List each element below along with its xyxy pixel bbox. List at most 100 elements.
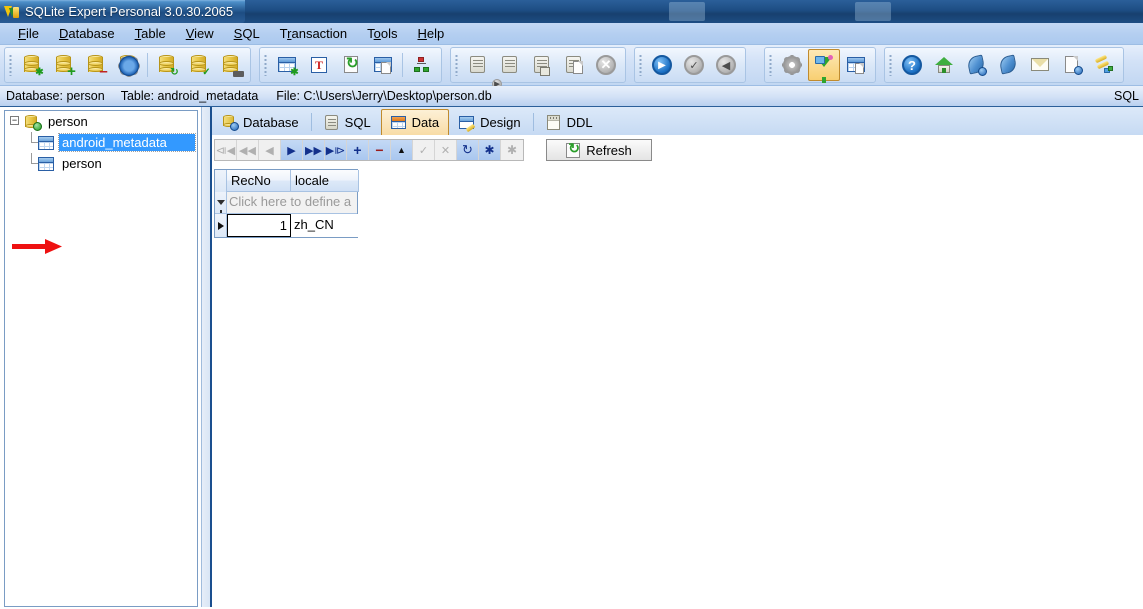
current-row-arrow-icon (217, 221, 224, 230)
tab-separator (310, 113, 312, 131)
commit-transaction-button[interactable]: ✓ (678, 49, 710, 81)
refresh-table-button[interactable] (335, 49, 367, 81)
database-properties-button[interactable] (112, 49, 144, 81)
feather-button[interactable] (992, 49, 1024, 81)
tree-node-label: person (48, 114, 88, 129)
refresh-button[interactable]: Refresh (546, 139, 652, 161)
panel-splitter[interactable] (202, 107, 210, 609)
status-info-bar: Database: person Table: android_metadata… (0, 86, 1143, 107)
table-row[interactable]: 1 zh_CN (215, 214, 359, 237)
tab-label: Design (480, 114, 521, 130)
first-record-button[interactable]: ⧏◀ (215, 140, 237, 160)
tree-node-android-metadata[interactable]: android_metadata (5, 132, 197, 153)
tab-separator (532, 113, 534, 131)
menu-transaction[interactable]: Transaction (270, 24, 357, 43)
refresh-record-button[interactable]: ↻ (457, 140, 479, 160)
apply-filter-button[interactable]: ✱ (501, 140, 523, 160)
feather-help-button[interactable] (960, 49, 992, 81)
compact-database-icon (219, 53, 244, 77)
column-header-locale[interactable]: locale (291, 170, 359, 192)
relations-button[interactable] (406, 49, 438, 81)
duplicate-table-button[interactable] (367, 49, 399, 81)
help-button[interactable]: ? (896, 49, 928, 81)
filter-toggle-button[interactable] (808, 49, 840, 83)
new-table-button[interactable]: ✱ (271, 49, 303, 81)
tree-node-person-db[interactable]: − person (5, 111, 197, 132)
title-bar-left: SQLite Expert Personal 3.0.30.2065 (0, 0, 246, 23)
edit-record-button[interactable]: ▲ (391, 140, 413, 160)
toolbar-grip-handle[interactable] (263, 54, 269, 76)
next-page-button[interactable]: ▶▶ (303, 140, 325, 160)
about-button[interactable] (1056, 49, 1088, 81)
cancel-edit-button[interactable]: ✕ (435, 140, 457, 160)
menu-help[interactable]: Help (408, 24, 455, 43)
rollback-transaction-button[interactable]: ◀ (710, 49, 742, 81)
filter-indicator-cell (215, 192, 227, 213)
begin-transaction-button[interactable]: ▶ (646, 49, 678, 81)
menu-table[interactable]: Table (125, 24, 176, 43)
verify-database-button[interactable]: ✓ (183, 49, 215, 81)
new-database-button[interactable]: ✱ (16, 49, 48, 81)
table-node-icon (38, 135, 54, 150)
toolbar-grip-handle[interactable] (638, 54, 644, 76)
toolbar-grip-handle[interactable] (768, 54, 774, 76)
execute-sql-step-button[interactable] (494, 49, 526, 81)
column-header-recno[interactable]: RecNo (227, 170, 291, 192)
window-title: SQLite Expert Personal 3.0.30.2065 (25, 4, 234, 19)
menu-tools[interactable]: Tools (357, 24, 407, 43)
tab-database[interactable]: Database (212, 109, 309, 135)
home-page-button[interactable] (928, 49, 960, 81)
grid-layout-button[interactable] (840, 49, 872, 81)
remove-database-button[interactable]: – (80, 49, 112, 81)
clear-filter-button[interactable]: ✱ (479, 140, 501, 160)
toolbar-grip-handle[interactable] (454, 54, 460, 76)
current-row-indicator (215, 214, 227, 237)
database-tree[interactable]: − person android_metadata person (4, 110, 198, 607)
filter-definition-text[interactable]: Click here to define a (227, 192, 357, 213)
next-record-button[interactable]: ▶ (281, 140, 303, 160)
grid-filter-row[interactable]: Click here to define a (215, 192, 357, 214)
refresh-database-button[interactable]: ↻ (151, 49, 183, 81)
info-table-label: Table: android_metadata (120, 89, 259, 103)
toolbar-group-view (764, 47, 876, 83)
cell-locale[interactable]: zh_CN (291, 214, 359, 237)
tab-sql[interactable]: SQL (314, 109, 381, 135)
menu-sql[interactable]: SQL (224, 24, 270, 43)
save-sql-button[interactable] (526, 49, 558, 81)
execute-sql-button[interactable]: ▶ (462, 49, 502, 89)
tree-expander-icon[interactable]: − (10, 116, 19, 125)
toolbar-grip-handle[interactable] (8, 54, 14, 76)
cell-recno[interactable]: 1 (227, 214, 291, 237)
toolbar-grip-handle[interactable] (888, 54, 894, 76)
stop-sql-button[interactable]: ✕ (590, 49, 622, 81)
main-content-panel: Database SQL Data Design DDL ⧏◀ ◀◀ ◀ ▶ ▶… (210, 107, 1143, 609)
toolbar-separator (147, 53, 148, 77)
email-button[interactable] (1024, 49, 1056, 81)
prior-record-button[interactable]: ◀ (259, 140, 281, 160)
register-button[interactable] (1088, 49, 1120, 81)
refresh-icon (566, 140, 581, 158)
prior-page-button[interactable]: ◀◀ (237, 140, 259, 160)
toolbar-group-table: ✱ T (259, 47, 442, 83)
menu-view[interactable]: View (176, 24, 224, 43)
post-edit-button[interactable]: ✓ (413, 140, 435, 160)
menu-file[interactable]: File (8, 24, 49, 43)
toolbar-separator (402, 53, 403, 77)
tab-ddl[interactable]: DDL (536, 109, 603, 135)
tab-data[interactable]: Data (380, 109, 450, 135)
insert-record-button[interactable]: + (347, 140, 369, 160)
last-record-button[interactable]: ▶⧐ (325, 140, 347, 160)
menu-database[interactable]: Database (49, 24, 125, 43)
tree-node-person-table[interactable]: person (5, 153, 197, 174)
add-database-button[interactable]: + (48, 49, 80, 81)
delete-record-button[interactable]: − (369, 140, 391, 160)
compact-database-button[interactable] (215, 49, 247, 81)
rename-table-button[interactable]: T (303, 49, 335, 81)
options-button[interactable] (776, 49, 808, 81)
new-sql-tab-button[interactable] (558, 49, 590, 81)
tab-design[interactable]: Design (449, 109, 530, 135)
grid-header-row: RecNo locale (215, 170, 359, 192)
new-sql-tab-icon (562, 53, 586, 77)
data-grid[interactable]: RecNo locale Click here to define a 1 zh… (214, 169, 359, 238)
execute-sql-step-icon (498, 53, 522, 77)
